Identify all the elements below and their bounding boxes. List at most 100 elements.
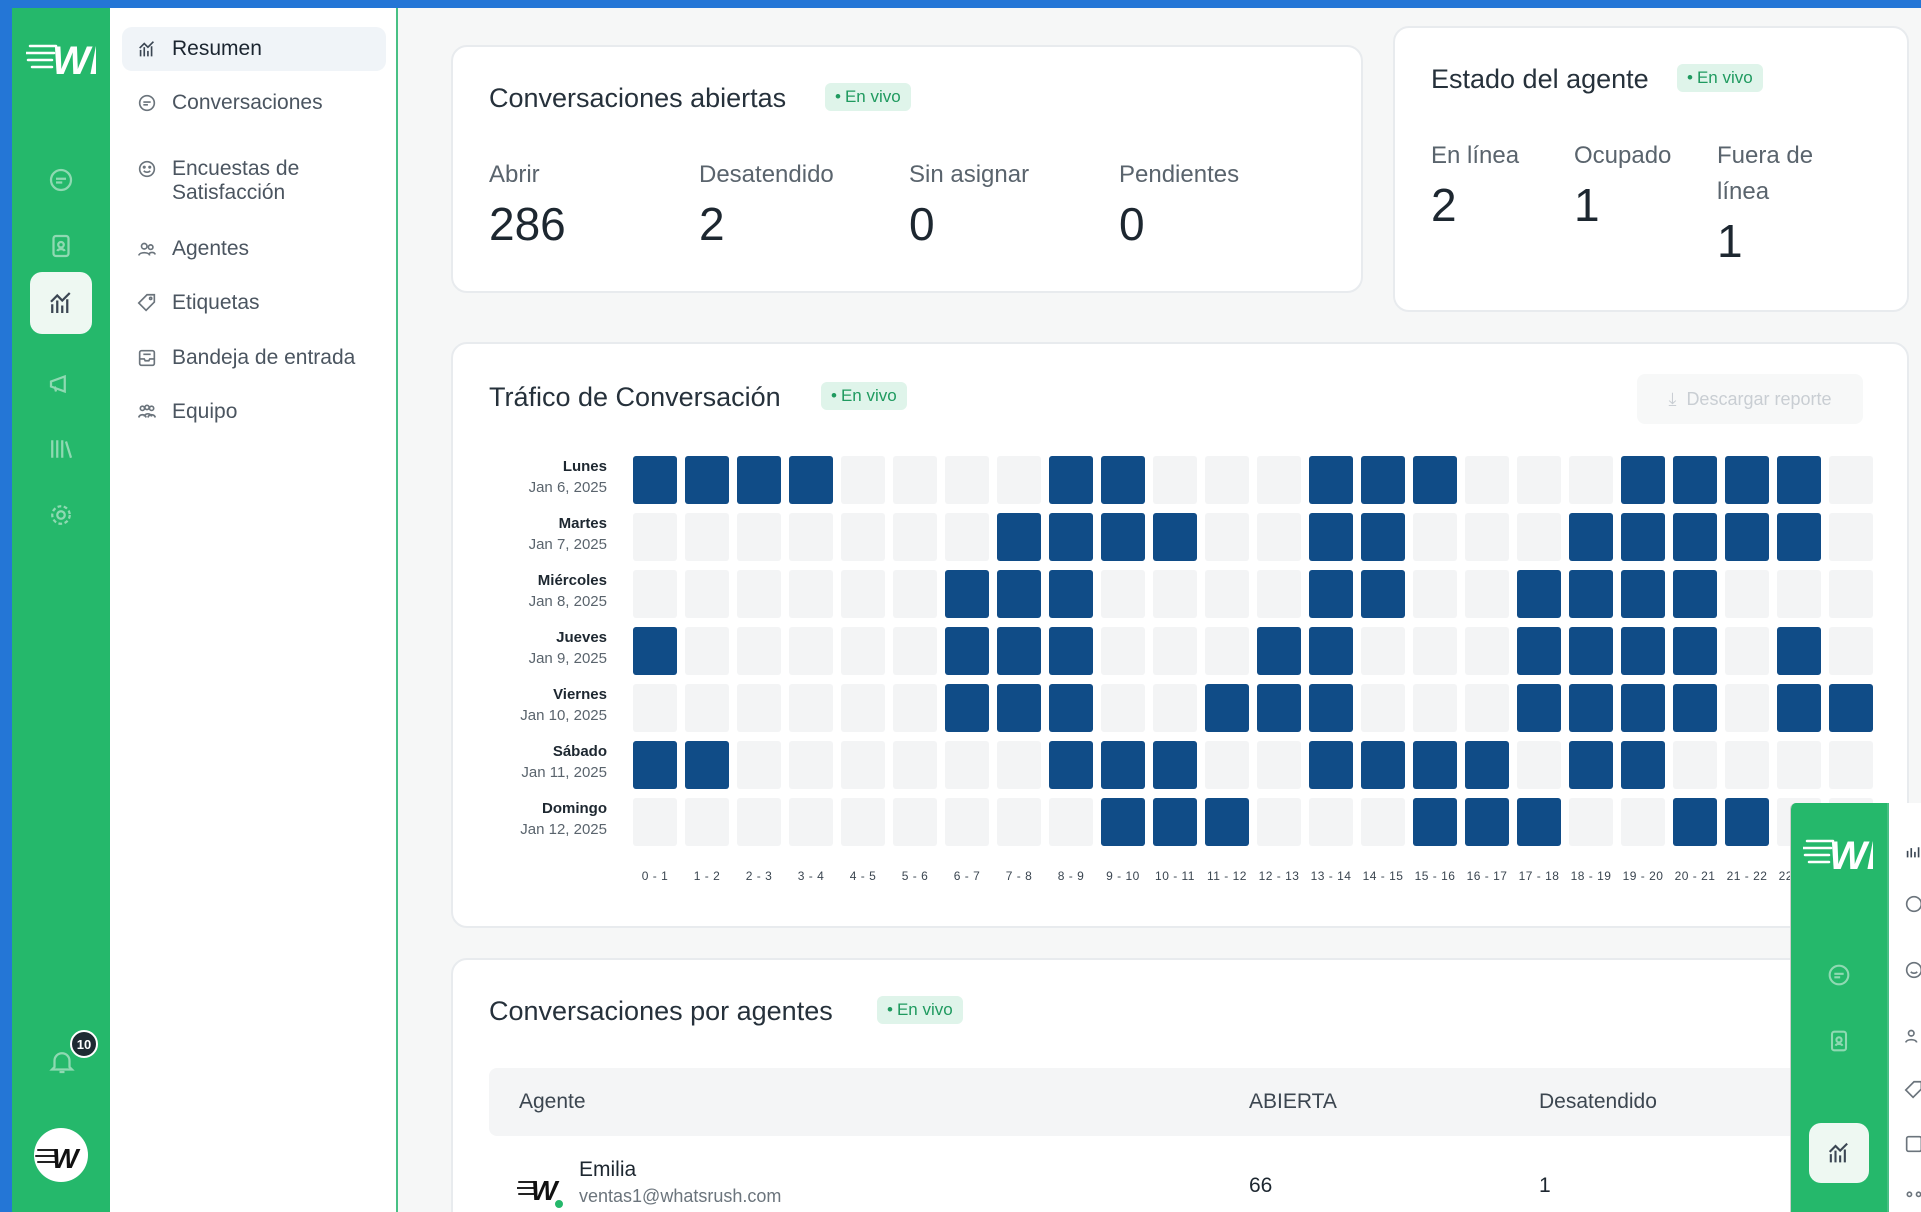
heatmap-cell[interactable] [685,798,729,846]
heatmap-cell[interactable] [1465,570,1509,618]
heatmap-cell[interactable] [997,684,1041,732]
heatmap-cell[interactable] [1621,570,1665,618]
chat-icon[interactable] [30,149,92,211]
heatmap-cell[interactable] [1361,456,1405,504]
heatmap-cell[interactable] [1101,684,1145,732]
column-header[interactable]: ABIERTA [1249,1090,1337,1114]
heatmap-cell[interactable] [1257,741,1301,789]
heatmap-cell[interactable] [685,513,729,561]
heatmap-cell[interactable] [1205,456,1249,504]
heatmap-cell[interactable] [1465,741,1509,789]
heatmap-cell[interactable] [1673,741,1717,789]
heatmap-cell[interactable] [1621,627,1665,675]
campaign-icon[interactable] [30,353,92,415]
heatmap-cell[interactable] [1257,627,1301,675]
heatmap-cell[interactable] [1725,513,1769,561]
heatmap-cell[interactable] [1309,627,1353,675]
heatmap-cell[interactable] [1517,456,1561,504]
heatmap-cell[interactable] [1101,513,1145,561]
heatmap-cell[interactable] [893,798,937,846]
heatmap-cell[interactable] [1205,684,1249,732]
heatmap-cell[interactable] [1361,570,1405,618]
heatmap-cell[interactable] [841,684,885,732]
heatmap-cell[interactable] [1309,513,1353,561]
heatmap-cell[interactable] [1673,570,1717,618]
heatmap-cell[interactable] [1205,798,1249,846]
heatmap-cell[interactable] [1465,798,1509,846]
heatmap-cell[interactable] [737,684,781,732]
heatmap-cell[interactable] [633,684,677,732]
heatmap-cell[interactable] [737,456,781,504]
sidebar-item-etiquetas[interactable]: Etiquetas [122,281,386,325]
overlay-app-window[interactable]: WR [1790,803,1921,1212]
heatmap-cell[interactable] [1621,684,1665,732]
heatmap-cell[interactable] [1777,627,1821,675]
heatmap-cell[interactable] [1361,741,1405,789]
heatmap-cell[interactable] [997,798,1041,846]
heatmap-cell[interactable] [1517,684,1561,732]
heatmap-cell[interactable] [1569,570,1613,618]
heatmap-cell[interactable] [685,456,729,504]
heatmap-cell[interactable] [1673,798,1717,846]
heatmap-cell[interactable] [1829,741,1873,789]
heatmap-cell[interactable] [633,798,677,846]
reports-icon[interactable] [1809,1123,1869,1183]
heatmap-cell[interactable] [685,627,729,675]
heatmap-cell[interactable] [1829,684,1873,732]
heatmap-cell[interactable] [633,513,677,561]
heatmap-cell[interactable] [1829,456,1873,504]
heatmap-cell[interactable] [1049,456,1093,504]
heatmap-cell[interactable] [1673,627,1717,675]
heatmap-cell[interactable] [1205,513,1249,561]
heatmap-cell[interactable] [1569,684,1613,732]
heatmap-cell[interactable] [1569,456,1613,504]
heatmap-cell[interactable] [789,684,833,732]
heatmap-cell[interactable] [1517,741,1561,789]
brand-logo[interactable]: WR [24,30,119,86]
heatmap-cell[interactable] [1517,798,1561,846]
heatmap-cell[interactable] [1309,570,1353,618]
heatmap-cell[interactable] [1049,513,1093,561]
heatmap-cell[interactable] [841,513,885,561]
heatmap-cell[interactable] [997,456,1041,504]
heatmap-cell[interactable] [1465,627,1509,675]
heatmap-cell[interactable] [1257,798,1301,846]
tag-icon[interactable] [1903,1079,1921,1101]
heatmap-cell[interactable] [1413,741,1457,789]
heatmap-cell[interactable] [841,798,885,846]
heatmap-cell[interactable] [1413,684,1457,732]
smile-icon[interactable] [1903,959,1921,981]
heatmap-cell[interactable] [1777,570,1821,618]
contacts-icon[interactable] [30,215,92,277]
column-header[interactable]: Agente [519,1090,586,1114]
sidebar-item-agentes[interactable]: Agentes [122,227,386,271]
heatmap-cell[interactable] [945,456,989,504]
heatmap-cell[interactable] [945,570,989,618]
heatmap-cell[interactable] [893,570,937,618]
heatmap-cell[interactable] [1413,513,1457,561]
reports-icon[interactable] [30,272,92,334]
heatmap-cell[interactable] [1205,570,1249,618]
heatmap-cell[interactable] [737,627,781,675]
heatmap-cell[interactable] [1205,627,1249,675]
heatmap-cell[interactable] [997,741,1041,789]
heatmap-cell[interactable] [1309,684,1353,732]
heatmap-cell[interactable] [1829,570,1873,618]
heatmap-cell[interactable] [1153,456,1197,504]
heatmap-cell[interactable] [945,684,989,732]
heatmap-cell[interactable] [1725,684,1769,732]
heatmap-cell[interactable] [1309,456,1353,504]
heatmap-cell[interactable] [1049,627,1093,675]
heatmap-cell[interactable] [685,684,729,732]
heatmap-cell[interactable] [685,741,729,789]
heatmap-cell[interactable] [1621,456,1665,504]
settings-icon[interactable] [30,484,92,546]
heatmap-cell[interactable] [997,570,1041,618]
heatmap-cell[interactable] [1205,741,1249,789]
heatmap-cell[interactable] [1413,570,1457,618]
heatmap-cell[interactable] [1569,741,1613,789]
heatmap-cell[interactable] [945,513,989,561]
heatmap-cell[interactable] [1153,684,1197,732]
heatmap-cell[interactable] [633,456,677,504]
heatmap-cell[interactable] [633,741,677,789]
